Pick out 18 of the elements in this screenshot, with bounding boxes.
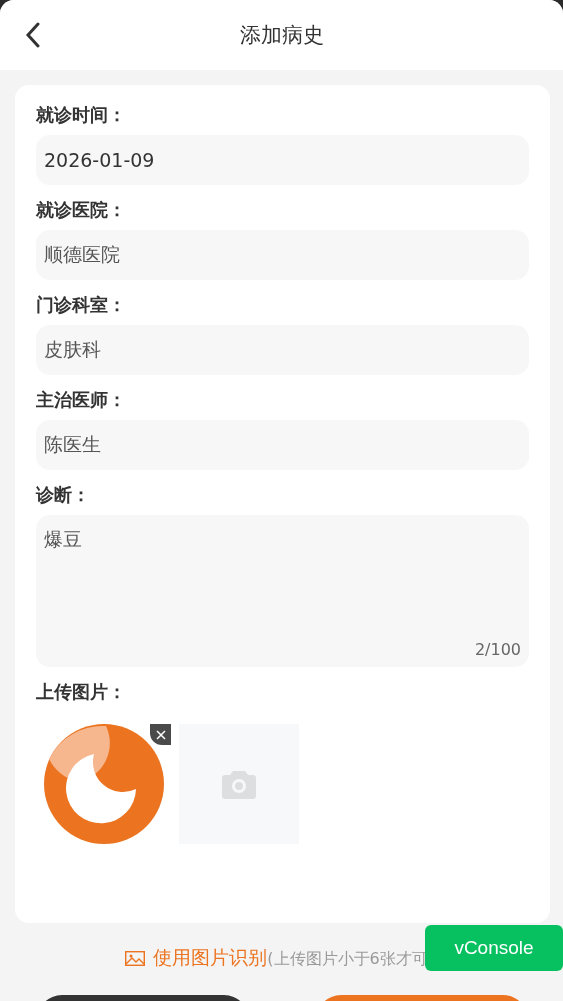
char-counter: 2/100 bbox=[474, 640, 521, 659]
camera-icon bbox=[222, 769, 256, 799]
field-label: 门诊科室： bbox=[36, 293, 127, 317]
date-field[interactable]: 2026-01-09 bbox=[36, 135, 529, 185]
field-label: 诊断： bbox=[36, 483, 91, 507]
field-label: 就诊医院： bbox=[36, 198, 127, 222]
field-label: 主治医师： bbox=[36, 388, 127, 412]
input-field[interactable]: 陈医生 bbox=[36, 420, 529, 470]
input-field[interactable]: 顺德医院 bbox=[36, 230, 529, 280]
field-label: 上传图片： bbox=[36, 680, 127, 704]
page-title: 添加病史 bbox=[239, 22, 324, 49]
back-icon bbox=[25, 22, 41, 48]
input-field[interactable]: 皮肤科 bbox=[36, 325, 529, 375]
remove-button[interactable] bbox=[150, 724, 171, 745]
hint-text: (上传图片小于6张才可 bbox=[267, 949, 428, 970]
field-label: 就诊时间： bbox=[36, 103, 127, 127]
close-icon bbox=[155, 729, 166, 740]
image-icon bbox=[125, 950, 146, 966]
